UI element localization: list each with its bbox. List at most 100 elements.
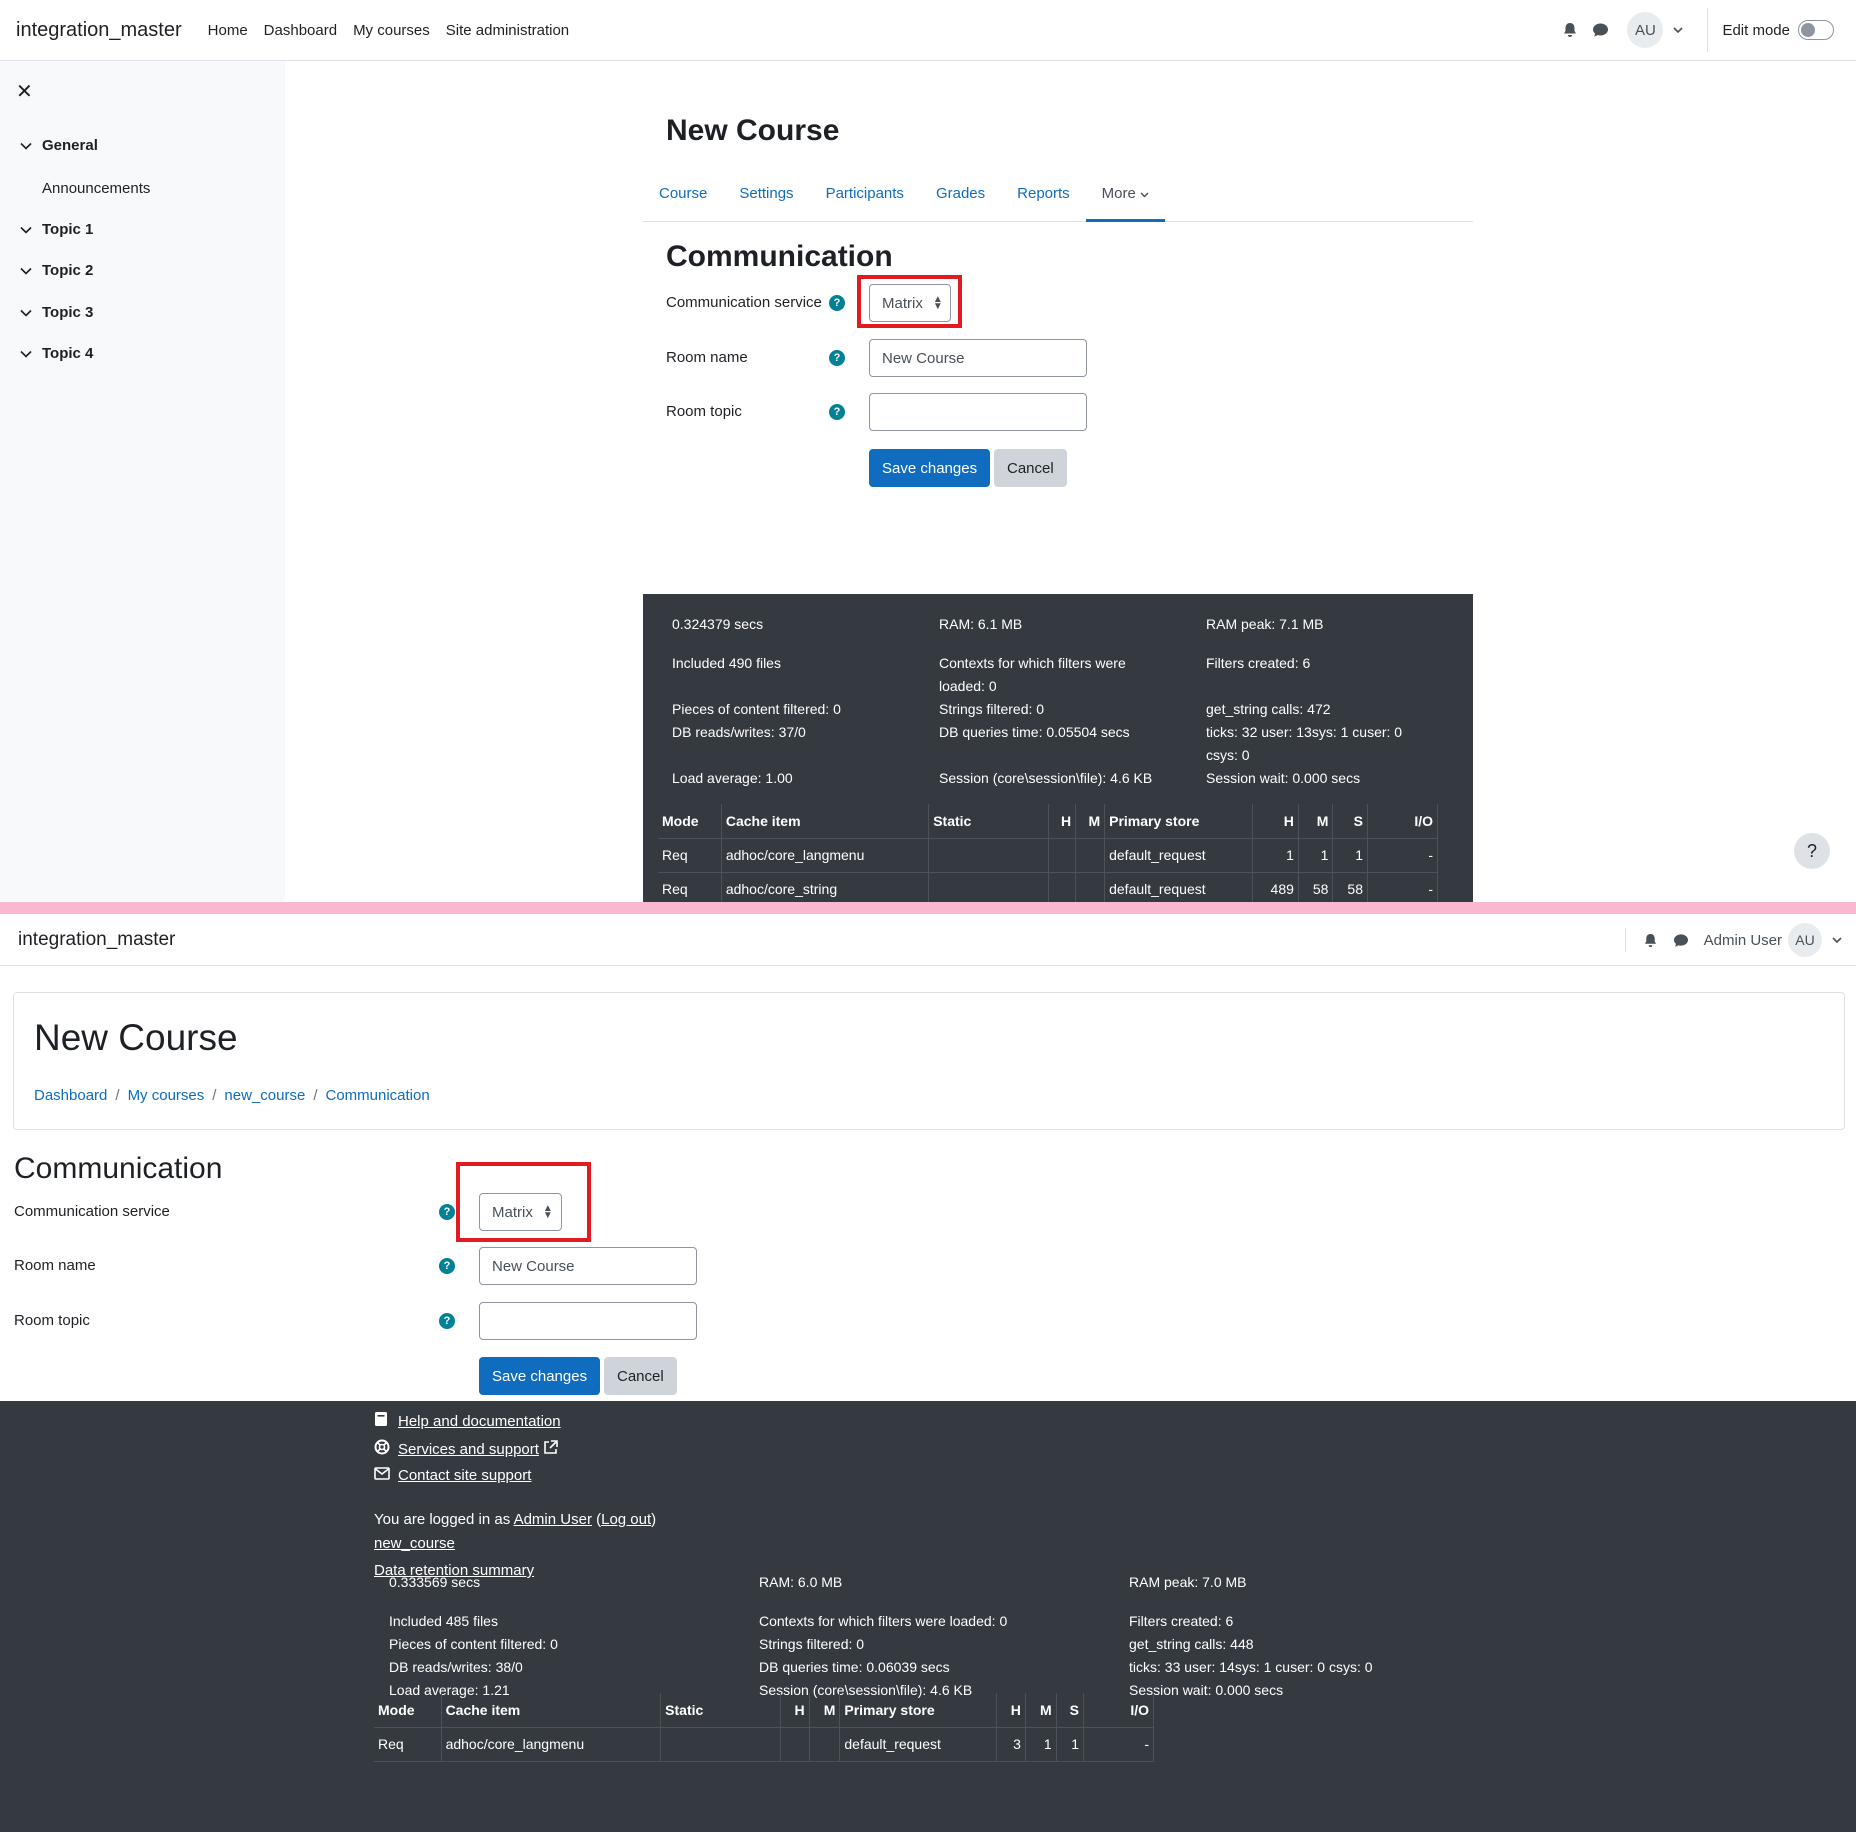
perf-stat: DB reads/writes: 37/0 (672, 724, 806, 740)
help-icon[interactable]: ? (829, 295, 845, 311)
cancel-button[interactable]: Cancel (604, 1357, 677, 1395)
breadcrumb-separator: / (212, 1087, 217, 1104)
table-cell: 1 (1332, 838, 1368, 873)
drawer-section-topic-2[interactable]: Topic 2 (20, 262, 93, 279)
perf-stat: Strings filtered: 0 (939, 701, 1045, 717)
help-floating-button[interactable]: ? (1794, 833, 1830, 869)
section-heading: Communication (666, 240, 893, 273)
tab-more[interactable]: More (1085, 172, 1166, 222)
chevron-down-icon[interactable] (20, 221, 34, 238)
room-topic-input[interactable] (479, 1302, 697, 1340)
breadcrumb-course[interactable]: new_course (224, 1087, 305, 1104)
tab-participants[interactable]: Participants (810, 172, 920, 222)
table-cell: adhoc/core_string (721, 872, 930, 902)
help-icon[interactable]: ? (439, 1258, 455, 1274)
perf-stat: RAM peak: 7.0 MB (1129, 1574, 1247, 1590)
table-cell: 1 (1298, 838, 1334, 873)
table-cell: 58 (1332, 872, 1368, 902)
bottom-screenshot-panel: integration_master Admin User AU New Cou… (0, 914, 1856, 1832)
breadcrumb-separator: / (313, 1087, 318, 1104)
section-heading: Communication (14, 1152, 223, 1185)
table-cell: - (1083, 1727, 1154, 1762)
save-changes-button[interactable]: Save changes (869, 449, 991, 487)
bell-icon[interactable] (1636, 925, 1666, 955)
contact-support-text: Contact site support (398, 1467, 532, 1484)
help-icon[interactable]: ? (439, 1204, 455, 1220)
help-icon[interactable]: ? (829, 350, 845, 366)
table-cell: default_request (1104, 838, 1254, 873)
perf-stat: get_string calls: 448 (1129, 1636, 1254, 1652)
chevron-down-icon[interactable] (1663, 15, 1693, 45)
bell-icon[interactable] (1555, 15, 1585, 45)
breadcrumb-my-courses[interactable]: My courses (128, 1087, 205, 1104)
drawer-section-topic-3[interactable]: Topic 3 (20, 304, 93, 321)
logout-link[interactable]: Log out (601, 1511, 651, 1528)
drawer-item-announcements[interactable]: Announcements (42, 180, 150, 197)
tab-settings[interactable]: Settings (723, 172, 809, 222)
page-header-card: New Course Dashboard / My courses / new_… (13, 992, 1845, 1130)
perf-stat: DB queries time: 0.06039 secs (759, 1659, 950, 1675)
edit-mode-label: Edit mode (1722, 21, 1790, 39)
table-cell: 1 (1056, 1727, 1085, 1762)
perf-stat: RAM: 6.1 MB (939, 616, 1023, 632)
chat-bubble-icon[interactable] (1585, 15, 1615, 45)
nav-my-courses[interactable]: My courses (345, 22, 438, 39)
user-name[interactable]: Admin User (1704, 932, 1782, 949)
breadcrumb-dashboard[interactable]: Dashboard (34, 1087, 107, 1104)
table-cell: Req (374, 1727, 442, 1762)
drawer-section-topic-4[interactable]: Topic 4 (20, 345, 93, 362)
chevron-down-icon[interactable] (1822, 925, 1852, 955)
communication-service-select[interactable]: Matrix ▲ ▼ (869, 284, 951, 322)
drawer-section-topic-1[interactable]: Topic 1 (20, 221, 93, 238)
chevron-down-icon[interactable] (20, 262, 34, 279)
user-avatar[interactable]: AU (1627, 12, 1664, 48)
course-home-link[interactable]: new_course (374, 1535, 455, 1552)
col-h: H (1048, 804, 1077, 839)
navbar-divider (1624, 928, 1626, 952)
close-drawer-icon[interactable]: ✕ (16, 79, 33, 104)
col-h: H (780, 1693, 810, 1728)
logged-in-user-link[interactable]: Admin User (514, 1511, 592, 1528)
col-store-s: S (1056, 1693, 1085, 1728)
tab-course[interactable]: Course (643, 172, 723, 222)
nav-site-administration[interactable]: Site administration (438, 22, 577, 39)
perf-stat: Filters created: 6 (1129, 1613, 1234, 1629)
help-icon[interactable]: ? (829, 404, 845, 420)
drawer-section-general[interactable]: General (20, 137, 98, 154)
site-brand[interactable]: integration_master (16, 19, 182, 42)
table-cell: 58 (1298, 872, 1334, 902)
tab-reports[interactable]: Reports (1001, 172, 1086, 222)
room-name-input[interactable] (479, 1247, 697, 1285)
nav-home[interactable]: Home (200, 22, 256, 39)
help-icon[interactable]: ? (439, 1313, 455, 1329)
site-brand[interactable]: integration_master (18, 929, 175, 951)
chat-bubble-icon[interactable] (1666, 925, 1696, 955)
col-cache-item: Cache item (721, 804, 930, 839)
top-navbar: integration_master Admin User AU (0, 914, 1856, 966)
nav-dashboard[interactable]: Dashboard (256, 22, 345, 39)
chevron-down-icon[interactable] (20, 304, 34, 321)
perf-stat: Pieces of content filtered: 0 (672, 701, 841, 717)
book-icon (374, 1411, 392, 1431)
cancel-button[interactable]: Cancel (994, 449, 1067, 487)
table-cell: adhoc/core_langmenu (441, 1727, 662, 1762)
course-index-drawer: ✕ General Announcements Topic 1 Topic 2 … (0, 61, 285, 902)
contact-support-link[interactable]: Contact site support (374, 1467, 531, 1484)
perf-stat: loaded: 0 (939, 678, 997, 694)
help-documentation-link[interactable]: Help and documentation (374, 1411, 561, 1431)
chevron-down-icon[interactable] (20, 137, 34, 154)
room-topic-label: Room topic (666, 403, 742, 420)
col-static: Static (928, 804, 1050, 839)
table-cell (1075, 872, 1106, 902)
breadcrumb: Dashboard / My courses / new_course / Co… (34, 1087, 430, 1104)
save-changes-button[interactable]: Save changes (479, 1357, 601, 1395)
chevron-down-icon[interactable] (20, 345, 34, 362)
services-support-link[interactable]: Services and support (374, 1439, 558, 1459)
room-name-input[interactable] (869, 339, 1087, 377)
tab-grades[interactable]: Grades (920, 172, 1001, 222)
room-topic-input[interactable] (869, 393, 1087, 431)
user-avatar[interactable]: AU (1788, 923, 1822, 957)
breadcrumb-communication[interactable]: Communication (325, 1087, 429, 1104)
edit-mode-toggle[interactable] (1798, 20, 1834, 40)
communication-service-select[interactable]: Matrix ▲ ▼ (479, 1193, 562, 1231)
